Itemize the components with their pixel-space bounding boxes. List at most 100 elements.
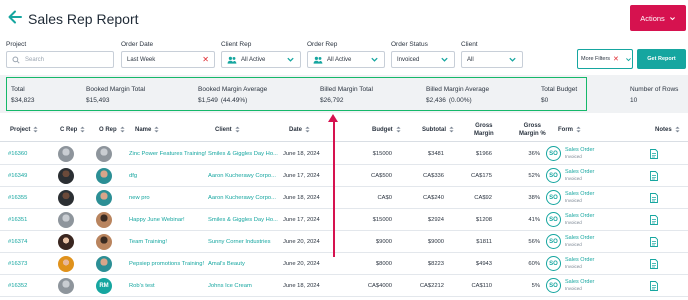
- job-name-link[interactable]: Rob's test: [129, 275, 207, 297]
- get-report-button[interactable]: Get Report: [637, 49, 686, 69]
- subtotal-cell: CA$2212: [419, 283, 444, 289]
- note-icon[interactable]: [650, 193, 658, 203]
- table-row[interactable]: #16351 Happy June Webinar! Smiles & Giggle…: [0, 209, 688, 231]
- client-link[interactable]: Aaron Kucherawy Corpo...: [208, 187, 278, 209]
- client-link[interactable]: Aaron Kucherawy Corpo...: [208, 165, 278, 187]
- avatar: [58, 212, 74, 228]
- sort-icon: [33, 126, 38, 133]
- gross-margin-cell: $4943: [475, 261, 492, 267]
- client-filter-label: Client: [461, 41, 478, 48]
- client-link[interactable]: Smiles & Giggles Day Ho...: [208, 209, 278, 231]
- gross-margin-pct-cell: 60%: [528, 261, 540, 267]
- column-header-label: Margin: [474, 131, 494, 137]
- client-link[interactable]: Amal's Beauty: [208, 253, 278, 275]
- project-search-input[interactable]: Search: [6, 51, 114, 68]
- table-row[interactable]: #16355 new pro Aaron Kucherawy Corpo... Jun…: [0, 187, 688, 209]
- sort-icon: [154, 126, 159, 133]
- sort-icon: [120, 126, 125, 133]
- summary-booked-margin-average: Booked Margin Average $1,549 (44.49%): [198, 86, 267, 104]
- form-link[interactable]: Sales Order Invoiced: [565, 235, 594, 248]
- order-date-select[interactable]: Last Week ✕: [121, 51, 215, 68]
- close-icon[interactable]: ✕: [202, 55, 209, 64]
- column-header-o-rep[interactable]: O Rep: [99, 126, 125, 133]
- column-header-c-rep[interactable]: C Rep: [60, 126, 85, 133]
- column-header-label: Notes: [655, 126, 672, 133]
- column-header-label: O Rep: [99, 126, 117, 133]
- close-icon[interactable]: ✕: [613, 55, 619, 63]
- column-header-date[interactable]: Date: [289, 126, 310, 133]
- table-row[interactable]: #16349 dfg Aaron Kucherawy Corpo... June 17…: [0, 165, 688, 187]
- project-link[interactable]: #16349: [8, 165, 54, 187]
- note-icon[interactable]: [650, 149, 658, 159]
- summary-total-budget: Total Budget $0: [541, 86, 577, 104]
- summary-label: Booked Margin Average: [198, 86, 268, 93]
- job-name-link[interactable]: Zinc Power Features Training!: [129, 143, 207, 165]
- form-link[interactable]: Sales Order Invoiced: [565, 213, 594, 226]
- column-header-client[interactable]: Client: [215, 126, 240, 133]
- note-icon[interactable]: [650, 215, 658, 225]
- table-row[interactable]: #16373 Pepsiep promotions Training! Amal's…: [0, 253, 688, 275]
- job-name-link[interactable]: new pro: [129, 187, 207, 209]
- job-name-link[interactable]: Happy June Webinar!: [129, 209, 207, 231]
- sales-order-badge[interactable]: SO: [546, 256, 561, 271]
- budget-cell: CA$0: [377, 195, 392, 201]
- job-name-link[interactable]: Pepsiep promotions Training!: [129, 253, 207, 275]
- column-header-name[interactable]: Name: [135, 126, 159, 133]
- client-link[interactable]: Johns Ice Cream: [208, 275, 278, 297]
- sales-order-badge[interactable]: SO: [546, 146, 561, 161]
- column-header-notes[interactable]: Notes: [655, 126, 680, 133]
- project-filter-label: Project: [6, 41, 27, 48]
- sales-order-badge[interactable]: SO: [546, 168, 561, 183]
- job-name-link[interactable]: dfg: [129, 165, 207, 187]
- form-link[interactable]: Sales Order Invoiced: [565, 279, 594, 292]
- project-link[interactable]: #16374: [8, 231, 54, 253]
- client-rep-select[interactable]: All Active: [221, 51, 301, 68]
- column-header-budget[interactable]: Budget: [372, 126, 401, 133]
- column-header-form[interactable]: Form: [558, 126, 581, 133]
- job-name-link[interactable]: Team Training!: [129, 231, 207, 253]
- note-icon[interactable]: [650, 171, 658, 181]
- form-link[interactable]: Sales Order Invoiced: [565, 147, 594, 160]
- column-header-project[interactable]: Project: [10, 126, 38, 133]
- actions-button[interactable]: Actions: [630, 5, 686, 31]
- avatar: [96, 146, 112, 162]
- project-link[interactable]: #16355: [8, 187, 54, 209]
- more-filters-button[interactable]: More Filters ✕: [577, 49, 633, 69]
- sales-order-badge[interactable]: SO: [546, 278, 561, 293]
- gross-margin-cell: CA$92: [474, 195, 492, 201]
- sales-order-badge[interactable]: SO: [546, 234, 561, 249]
- top-bar: Sales Rep Report Actions: [0, 0, 688, 40]
- project-link[interactable]: #16373: [8, 253, 54, 275]
- column-header-subtotal[interactable]: Subtotal: [422, 126, 454, 133]
- avatar: [96, 234, 112, 250]
- table-header: Project C Rep O Rep Name Client Date Bud…: [0, 118, 688, 142]
- sales-order-badge[interactable]: SO: [546, 190, 561, 205]
- note-icon[interactable]: [650, 259, 658, 269]
- client-link[interactable]: Smiles & Giggles Day Ho...: [208, 143, 278, 165]
- table-row[interactable]: #16360 Zinc Power Features Training! Smile…: [0, 143, 688, 165]
- order-rep-value: All Active: [327, 56, 352, 63]
- form-link[interactable]: Sales Order Invoiced: [565, 257, 594, 270]
- gross-margin-cell: CA$110: [471, 283, 492, 289]
- avatar: [96, 256, 112, 272]
- column-header-gross-margin-pct[interactable]: Gross Margin %: [519, 122, 546, 138]
- form-link[interactable]: Sales Order Invoiced: [565, 191, 594, 204]
- project-link[interactable]: #16360: [8, 143, 54, 165]
- form-status: Invoiced: [565, 285, 582, 291]
- annotation-arrow-shaft: [333, 120, 335, 257]
- summary-value: $15,493: [86, 97, 110, 104]
- note-icon[interactable]: [650, 237, 658, 247]
- column-header-gross-margin[interactable]: Gross Margin: [474, 122, 494, 138]
- order-rep-select[interactable]: All Active: [307, 51, 385, 68]
- project-link[interactable]: #16351: [8, 209, 54, 231]
- note-icon[interactable]: [650, 281, 658, 291]
- sales-order-badge[interactable]: SO: [546, 212, 561, 227]
- client-select[interactable]: All: [461, 51, 523, 68]
- project-link[interactable]: #16352: [8, 275, 54, 297]
- order-status-select[interactable]: Invoiced: [391, 51, 455, 68]
- arrow-left-icon[interactable]: [6, 8, 24, 26]
- client-link[interactable]: Sunny Corner Industries: [208, 231, 278, 253]
- form-link[interactable]: Sales Order Invoiced: [565, 169, 594, 182]
- table-row[interactable]: #16352 RM Rob's test Johns Ice Cream June 18…: [0, 275, 688, 297]
- table-row[interactable]: #16374 Team Training! Sunny Corner Industr…: [0, 231, 688, 253]
